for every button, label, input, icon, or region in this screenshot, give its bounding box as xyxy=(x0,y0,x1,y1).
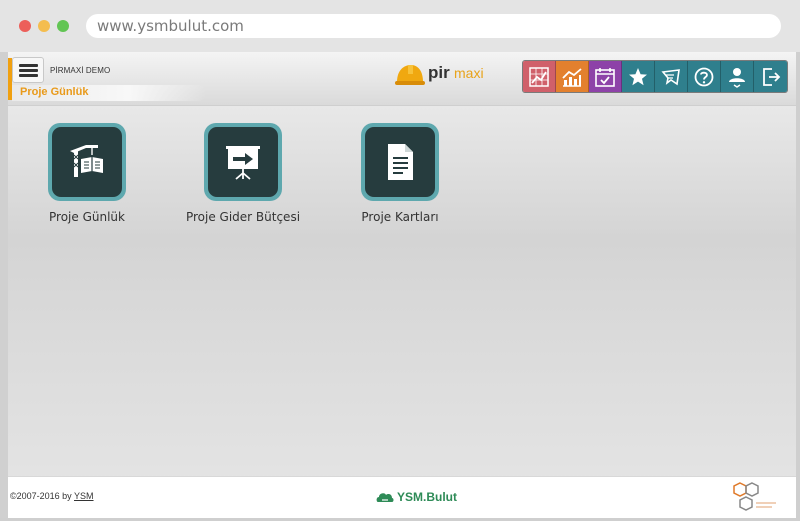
hamburger-menu-button[interactable] xyxy=(12,57,44,83)
presentation-arrow-icon xyxy=(226,146,260,180)
messages-button[interactable] xyxy=(655,61,688,92)
logout-icon xyxy=(762,67,780,86)
minimize-window-button[interactable] xyxy=(38,20,50,32)
tile-label: Proje Günlük xyxy=(49,210,125,224)
partner-logo xyxy=(733,482,776,511)
browser-toolbar: www.ysmbulut.com xyxy=(0,0,800,52)
reports-button[interactable] xyxy=(523,61,556,92)
menu-icon-line xyxy=(19,74,38,77)
address-bar[interactable]: www.ysmbulut.com xyxy=(86,14,781,38)
hard-hat-icon xyxy=(395,65,425,85)
tile-icon-frame xyxy=(48,123,126,201)
logo-text-maxi: maxi xyxy=(454,65,484,81)
maximize-window-button[interactable] xyxy=(57,20,69,32)
message-icon xyxy=(661,68,680,85)
ysm-bulut-logo[interactable]: YSM.Bulut xyxy=(376,489,457,505)
document-icon xyxy=(388,144,413,180)
breadcrumb-current: Proje Günlük xyxy=(20,86,89,98)
crane-book-icon xyxy=(70,145,103,177)
trend-chart-icon xyxy=(562,67,582,87)
favorites-button[interactable] xyxy=(622,61,655,92)
logo-text-pir: pir xyxy=(428,63,450,82)
user-menu-button[interactable] xyxy=(721,61,754,92)
tile-icon-frame xyxy=(204,123,282,201)
help-icon xyxy=(694,67,714,86)
copyright-text: ©2007-2016 by YSM xyxy=(10,491,94,501)
window-frame-left xyxy=(0,52,8,521)
copyright-prefix: ©2007-2016 by xyxy=(10,491,75,501)
tile-proje-gunluk[interactable]: Proje Günlük xyxy=(22,123,152,233)
app-window: PİRMAXİ DEMO Proje Günlük pir maxi Proje… xyxy=(8,52,796,518)
menu-icon-line xyxy=(19,69,38,72)
window-frame-right xyxy=(796,52,800,521)
help-button[interactable] xyxy=(688,61,721,92)
company-name: PİRMAXİ DEMO xyxy=(50,66,111,75)
user-icon xyxy=(729,67,745,88)
cloud-logo-icon xyxy=(376,493,394,502)
chart-grid-icon xyxy=(529,66,549,87)
pirmaxi-logo[interactable]: pir maxi xyxy=(394,59,494,89)
analytics-button[interactable] xyxy=(556,61,589,92)
ysm-link[interactable]: YSM xyxy=(74,491,94,501)
tile-proje-gider-butcesi[interactable]: Proje Gider Bütçesi xyxy=(178,123,308,233)
tile-icon-frame xyxy=(361,123,439,201)
tile-proje-kartlari[interactable]: Proje Kartları xyxy=(335,123,465,233)
calendar-check-icon xyxy=(595,67,615,87)
app-header: PİRMAXİ DEMO Proje Günlük pir maxi xyxy=(8,52,796,106)
tile-label: Proje Kartları xyxy=(361,210,439,224)
menu-icon-line xyxy=(19,64,38,67)
close-window-button[interactable] xyxy=(19,20,31,32)
quick-toolbar xyxy=(522,60,788,93)
star-icon xyxy=(629,67,647,85)
calendar-button[interactable] xyxy=(589,61,622,92)
footer: ©2007-2016 by YSM YSM.Bulut xyxy=(8,476,796,518)
logout-button[interactable] xyxy=(754,61,787,92)
brand-text: YSM.Bulut xyxy=(397,490,457,504)
tile-label: Proje Gider Bütçesi xyxy=(185,210,301,224)
breadcrumb: Proje Günlük xyxy=(12,85,206,101)
